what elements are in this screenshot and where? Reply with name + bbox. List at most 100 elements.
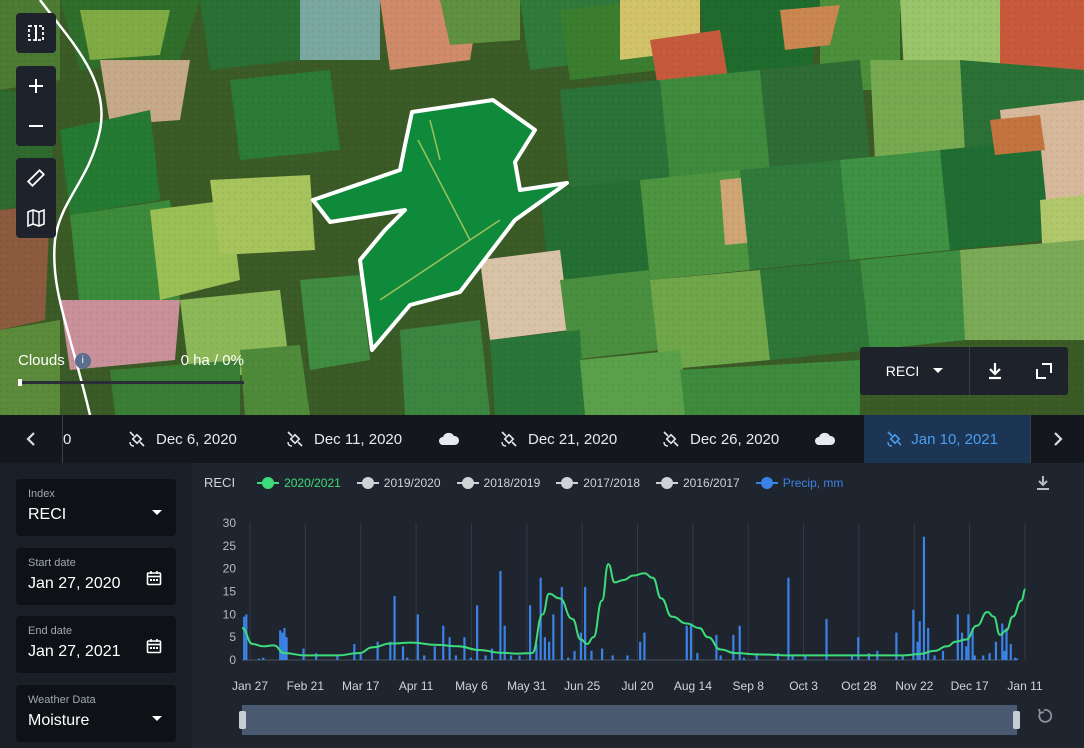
precip-bar: [933, 655, 936, 660]
y-tick-label: 10: [223, 607, 237, 621]
x-tick-label: Jan 11: [1007, 679, 1042, 693]
x-tick-label: Jan 27: [232, 679, 268, 693]
date-item-active[interactable]: Jan 10, 2021: [864, 415, 1030, 463]
reset-zoom-button[interactable]: [1036, 708, 1053, 729]
precip-bar: [243, 616, 246, 660]
split-view-button[interactable]: [16, 13, 56, 53]
precip-bar: [922, 536, 926, 660]
clouds-indicator: Clouds i 0 ha / 0%: [18, 352, 244, 386]
dates-prev-button[interactable]: [0, 415, 62, 463]
precip-bar: [742, 657, 746, 660]
map-index-select[interactable]: RECI: [860, 347, 970, 395]
precip-bar: [639, 641, 642, 660]
precip-bar: [281, 632, 284, 660]
legend-item-2018-2019[interactable]: 2018/2019: [456, 476, 540, 490]
precip-bar: [484, 655, 487, 660]
date-item[interactable]: Dec 21, 2020: [500, 415, 662, 463]
precip-bar: [579, 632, 582, 660]
chart-legend: RECI 2020/2021 2019/2020 2018/2019 2017/…: [204, 475, 859, 490]
tools-control: [16, 158, 56, 238]
ruler-button[interactable]: [16, 158, 56, 198]
calendar-icon[interactable]: [146, 570, 162, 586]
chevron-right-icon: [1053, 432, 1063, 446]
x-tick-label: Sep 8: [733, 679, 765, 693]
map-view[interactable]: Clouds i 0 ha / 0% RECI: [0, 0, 1084, 415]
precip-bar: [590, 650, 593, 660]
zoom-control: [16, 66, 56, 146]
precip-bar: [433, 646, 436, 660]
precip-bar: [548, 641, 551, 660]
clouds-slider[interactable]: [18, 379, 244, 386]
start-date-field[interactable]: Start date Jan 27, 2020: [16, 548, 176, 605]
precip-bar: [257, 658, 261, 660]
download-map-button[interactable]: [970, 347, 1019, 395]
range-handle-end[interactable]: [1013, 711, 1020, 729]
precip-bar: [423, 655, 426, 660]
satellite-icon: [501, 431, 517, 447]
date-item[interactable]: Dec 26, 2020: [662, 415, 814, 463]
x-tick-label: Nov 22: [895, 679, 933, 693]
satellite-icon: [129, 431, 145, 447]
precip-bar: [499, 570, 502, 660]
start-date-value: Jan 27, 2020: [28, 575, 121, 592]
precip-bar: [509, 655, 513, 660]
x-tick-label: Mar 17: [342, 679, 380, 693]
date-item-cloudy[interactable]: [814, 415, 864, 463]
calendar-icon[interactable]: [146, 638, 162, 654]
precip-bar: [643, 632, 646, 660]
precip-bar: [315, 653, 318, 660]
legend-item-precip[interactable]: Precip, mm: [755, 476, 843, 490]
date-item[interactable]: Dec 6, 2020: [128, 415, 286, 463]
fullscreen-button[interactable]: [1019, 347, 1068, 395]
precip-bar: [626, 655, 629, 660]
precip-bar: [476, 605, 479, 660]
precip-bar: [552, 614, 555, 660]
x-tick-label: Feb 21: [287, 679, 325, 693]
download-icon: [1037, 476, 1049, 490]
map-layers-button[interactable]: [16, 198, 56, 238]
date-item-cloudy[interactable]: [438, 415, 500, 463]
legend-item-2020-2021[interactable]: 2020/2021: [257, 476, 341, 490]
end-date-field[interactable]: End date Jan 27, 2021: [16, 616, 176, 673]
range-handle-start[interactable]: [239, 711, 246, 729]
precip-bar: [685, 625, 688, 660]
index-select[interactable]: Index RECI: [16, 479, 176, 536]
precip-bar: [406, 657, 409, 660]
chevron-left-icon: [26, 432, 35, 446]
legend-item-2019-2020[interactable]: 2019/2020: [356, 476, 441, 490]
legend-item-2017-2018[interactable]: 2017/2018: [556, 476, 640, 490]
download-chart-button[interactable]: [1036, 475, 1050, 496]
split-view-icon: [28, 25, 44, 41]
reci-chart-panel: Jan 27 Feb 21 Mar 17 Apr 11 May 6 May 31 Jun 2…: [192, 463, 1084, 748]
precip-bar: [867, 653, 870, 660]
caret-down-icon: [933, 368, 944, 373]
precip-bar: [503, 625, 506, 660]
date-range-brush[interactable]: [239, 705, 1020, 735]
date-item[interactable]: 0: [62, 415, 128, 463]
clouds-slider-thumb[interactable]: [18, 379, 22, 386]
satellite-icon: [887, 431, 902, 447]
chart-settings-sidebar: Index RECI Start date Jan 27, 2020 End d…: [0, 463, 192, 748]
precip-bar: [567, 657, 570, 660]
weather-data-select[interactable]: Weather Data Moisture: [16, 685, 176, 742]
precip-bar: [469, 657, 472, 660]
info-icon[interactable]: i: [74, 352, 91, 369]
ruler-icon: [26, 168, 46, 188]
precip-bar: [393, 596, 396, 660]
y-tick-label: 0: [229, 653, 236, 667]
clouds-label: Clouds: [18, 352, 65, 369]
zoom-in-button[interactable]: [16, 66, 56, 106]
precip-bar: [696, 653, 699, 660]
x-tick-label: Apr 11: [399, 679, 434, 693]
zoom-out-button[interactable]: [16, 106, 56, 146]
legend-marker: [456, 476, 479, 489]
reset-icon: [1038, 708, 1053, 723]
precip-bar: [528, 605, 532, 660]
precip-bar: [611, 655, 614, 660]
precip-bar: [965, 646, 968, 660]
legend-item-2016-2017[interactable]: 2016/2017: [656, 476, 740, 490]
date-item[interactable]: Dec 11, 2020: [286, 415, 438, 463]
end-date-value: Jan 27, 2021: [28, 643, 121, 660]
dates-next-button[interactable]: [1030, 415, 1084, 463]
precip-bar: [283, 628, 286, 660]
